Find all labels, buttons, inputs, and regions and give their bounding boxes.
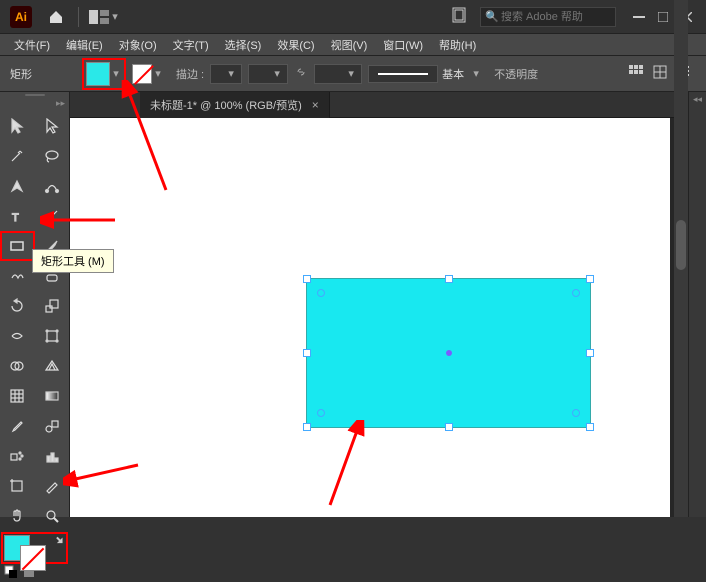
link-icon[interactable] <box>294 65 308 82</box>
eyedropper-tool[interactable] <box>0 411 35 441</box>
svg-text:T: T <box>12 212 19 224</box>
chevron-down-icon: ▾ <box>225 64 237 84</box>
menu-window[interactable]: 窗口(W) <box>375 35 431 55</box>
live-corner-widget[interactable] <box>572 409 580 417</box>
perspective-grid-tool[interactable] <box>35 351 70 381</box>
search-input[interactable] <box>501 11 611 23</box>
selection-handle[interactable] <box>445 423 453 431</box>
live-corner-widget[interactable] <box>572 289 580 297</box>
fill-swatch[interactable] <box>86 62 110 86</box>
center-point[interactable] <box>446 350 452 356</box>
annotation-arrow <box>310 420 370 510</box>
swap-colors-icon[interactable] <box>53 535 65 547</box>
divider <box>78 7 79 27</box>
expand-panel-icon[interactable]: ◂◂ <box>693 94 702 105</box>
shape-builder-tool[interactable] <box>0 351 35 381</box>
stroke-weight-field[interactable]: ▾ <box>210 64 242 84</box>
shaper-tool[interactable] <box>0 261 35 291</box>
collapse-icon[interactable]: ▸▸ <box>56 98 65 109</box>
scale-tool[interactable] <box>35 291 70 321</box>
live-corner-widget[interactable] <box>317 409 325 417</box>
right-panel-strip: ◂◂ <box>688 92 706 517</box>
chevron-down-icon: ▾ <box>109 7 121 27</box>
menu-edit[interactable]: 编辑(E) <box>58 35 111 55</box>
menu-object[interactable]: 对象(O) <box>111 35 165 55</box>
symbol-sprayer-tool[interactable] <box>0 441 35 471</box>
close-tab-icon[interactable]: × <box>312 98 319 112</box>
control-bar: 矩形 ▾ ▾ 描边 : ▾ ▾ ▾ 基本 ▾ 不透明度 <box>0 56 706 92</box>
selection-handle[interactable] <box>445 275 453 283</box>
chevron-down-icon: ▾ <box>271 64 283 84</box>
menu-type[interactable]: 文字(T) <box>165 35 217 55</box>
menu-effect[interactable]: 效果(C) <box>269 35 322 55</box>
opacity-label[interactable]: 不透明度 <box>494 66 538 82</box>
title-bar: Ai ▾ 🔍 <box>0 0 706 34</box>
brush-definition[interactable]: ▾ <box>314 64 362 84</box>
fill-stroke-color[interactable] <box>2 533 67 563</box>
align-icon[interactable] <box>628 64 648 84</box>
tools-panel: ▸▸ T <box>0 92 70 517</box>
minimize-button[interactable] <box>632 10 646 24</box>
live-corner-widget[interactable] <box>317 289 325 297</box>
annotation-arrow <box>116 80 176 200</box>
tooltip: 矩形工具 (M) <box>32 249 114 273</box>
selection-handle[interactable] <box>586 423 594 431</box>
vertical-scrollbar[interactable] <box>674 0 688 517</box>
profile-label: 基本 <box>442 66 464 82</box>
stroke-label: 描边 : <box>176 66 204 82</box>
maximize-button[interactable] <box>656 10 670 24</box>
selection-handle[interactable] <box>303 349 311 357</box>
default-fill-stroke-icon[interactable] <box>4 565 18 582</box>
search-icon: 🔍 <box>485 10 499 23</box>
transform-icon[interactable] <box>652 64 672 84</box>
menu-view[interactable]: 视图(V) <box>323 35 376 55</box>
gradient-tool[interactable] <box>35 381 70 411</box>
search-box[interactable]: 🔍 <box>480 7 616 27</box>
app-logo: Ai <box>10 6 32 28</box>
selection-handle[interactable] <box>586 349 594 357</box>
annotation-arrow <box>63 460 143 490</box>
free-transform-tool[interactable] <box>35 321 70 351</box>
rotate-tool[interactable] <box>0 291 35 321</box>
home-icon[interactable] <box>44 5 68 29</box>
annotation-arrow <box>40 210 120 230</box>
selection-type-label: 矩形 <box>6 66 76 82</box>
document-setup-icon[interactable] <box>452 7 472 27</box>
blend-tool[interactable] <box>35 411 70 441</box>
menu-file[interactable]: 文件(F) <box>6 35 58 55</box>
artboard-tool[interactable] <box>0 471 35 501</box>
type-tool[interactable]: T <box>0 201 35 231</box>
mesh-tool[interactable] <box>0 381 35 411</box>
lasso-tool[interactable] <box>35 141 70 171</box>
chevron-down-icon[interactable]: ▾ <box>470 64 482 84</box>
arrange-docs-icon[interactable]: ▾ <box>89 7 121 27</box>
variable-width-profile[interactable]: ▾ <box>248 64 288 84</box>
menu-bar: 文件(F) 编辑(E) 对象(O) 文字(T) 选择(S) 效果(C) 视图(V… <box>0 34 706 56</box>
selection-handle[interactable] <box>586 275 594 283</box>
rectangle-shape[interactable] <box>306 278 591 428</box>
stroke-color-box[interactable] <box>20 545 46 571</box>
selection-handle[interactable] <box>303 275 311 283</box>
width-tool[interactable] <box>0 321 35 351</box>
menu-help[interactable]: 帮助(H) <box>431 35 484 55</box>
zoom-tool[interactable] <box>35 501 70 531</box>
hand-tool[interactable] <box>0 501 35 531</box>
menu-select[interactable]: 选择(S) <box>217 35 270 55</box>
selection-tool[interactable] <box>0 111 35 141</box>
scrollbar-thumb[interactable] <box>676 220 686 270</box>
graphic-style[interactable] <box>368 65 438 83</box>
direct-selection-tool[interactable] <box>35 111 70 141</box>
magic-wand-tool[interactable] <box>0 141 35 171</box>
curvature-tool[interactable] <box>35 171 70 201</box>
chevron-down-icon: ▾ <box>345 64 357 84</box>
rectangle-tool[interactable] <box>0 231 35 261</box>
pen-tool[interactable] <box>0 171 35 201</box>
